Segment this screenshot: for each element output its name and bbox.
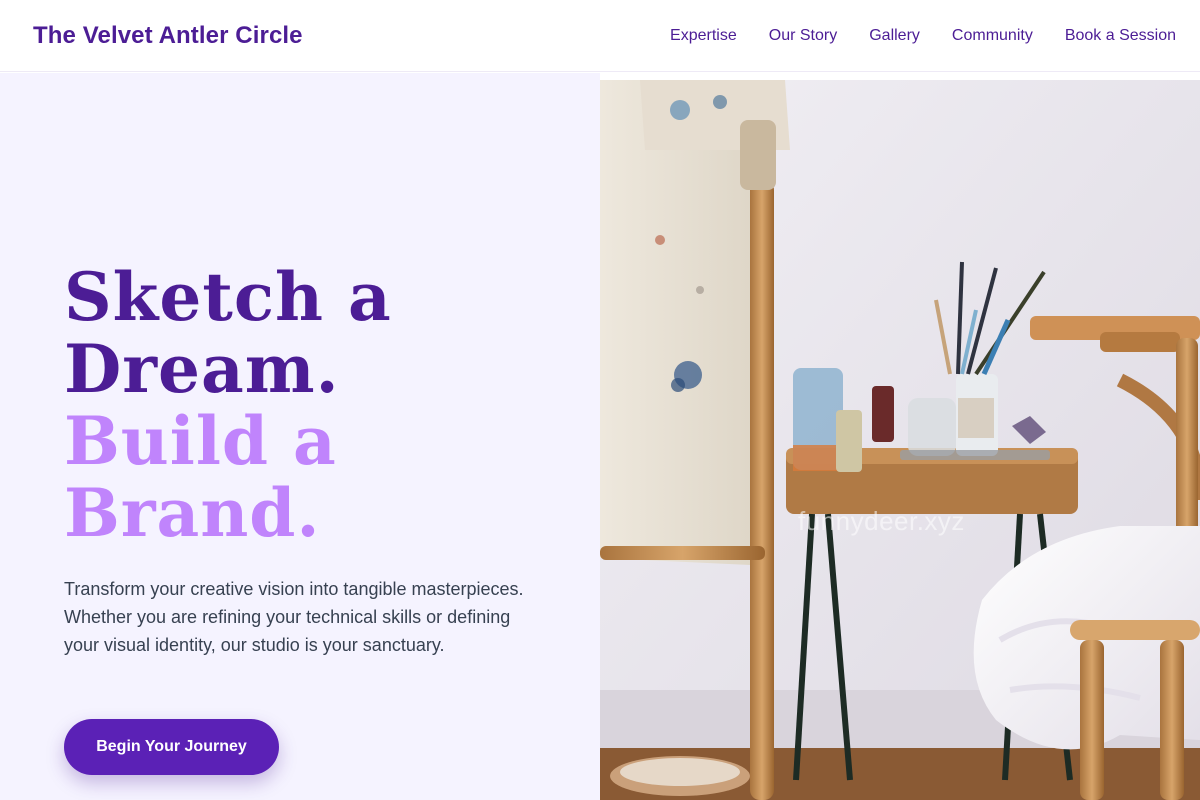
begin-journey-button[interactable]: Begin Your Journey [64, 719, 279, 775]
hero-description: Transform your creative vision into tang… [64, 579, 524, 655]
hero-heading: Sketch a Dream. Build a Brand. [64, 261, 392, 549]
hero-heading-line-3: Build a [64, 402, 337, 480]
main-nav: Expertise Our Story Gallery Community Bo… [670, 27, 1176, 45]
nav-link-book-a-session[interactable]: Book a Session [1065, 27, 1176, 45]
site-header: The Velvet Antler Circle Expertise Our S… [0, 0, 1200, 72]
studio-photo-illustration [600, 80, 1200, 800]
nav-link-expertise[interactable]: Expertise [670, 27, 737, 45]
nav-link-community[interactable]: Community [952, 27, 1033, 45]
hero-heading-line-1: Sketch a [64, 258, 392, 336]
hero-section: Sketch a Dream. Build a Brand. Transform… [0, 73, 600, 800]
nav-link-our-story[interactable]: Our Story [769, 27, 837, 45]
studio-photo: funnydeer.xyz [600, 80, 1200, 800]
nav-link-gallery[interactable]: Gallery [869, 27, 920, 45]
hero-heading-line-2: Dream. [64, 330, 340, 408]
brand-logo-link[interactable]: The Velvet Antler Circle [33, 22, 303, 50]
hero-heading-line-4: Brand. [64, 474, 321, 552]
photo-watermark: funnydeer.xyz [798, 506, 965, 536]
